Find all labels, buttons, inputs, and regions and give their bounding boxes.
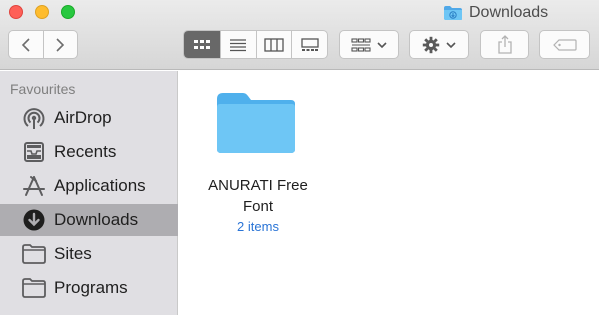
sidebar-item-sites[interactable]: Sites <box>0 238 178 270</box>
icon-view-button[interactable] <box>184 31 220 58</box>
sidebar-item-recents[interactable]: Recents <box>0 136 178 168</box>
airdrop-icon <box>23 108 45 129</box>
action-button[interactable] <box>409 30 469 59</box>
close-window-button[interactable] <box>9 5 23 19</box>
gallery-view-icon <box>300 37 319 51</box>
tag-button[interactable] <box>539 30 590 59</box>
sidebar-item-label: Sites <box>54 244 92 263</box>
sidebar-item-applications[interactable]: Applications <box>0 170 178 202</box>
sidebar-item-downloads[interactable]: Downloads <box>0 204 178 236</box>
chevron-left-icon <box>21 37 30 52</box>
share-icon <box>497 34 512 54</box>
zoom-window-button[interactable] <box>61 5 75 19</box>
sidebar-item-label: Programs <box>54 278 128 297</box>
minimize-window-button[interactable] <box>35 5 49 19</box>
sidebar-item-programs[interactable]: Programs <box>0 272 178 304</box>
sidebar-heading: Favourites <box>10 81 76 97</box>
chevron-down-icon <box>377 41 387 48</box>
applications-icon <box>23 176 45 196</box>
back-button[interactable] <box>9 31 43 58</box>
downloads-icon <box>23 209 45 231</box>
sidebar-item-label: Downloads <box>54 210 139 229</box>
folder-name: ANURATI Free Font <box>203 175 313 217</box>
sidebar-item-airdrop[interactable]: AirDrop <box>0 102 178 134</box>
group-by-button[interactable] <box>339 30 399 59</box>
gallery-view-button[interactable] <box>291 31 327 58</box>
folder-name-line: ANURATI Free <box>208 177 308 194</box>
chevron-down-icon <box>446 41 456 48</box>
back-forward-buttons <box>8 30 78 59</box>
folder-icon <box>22 278 46 298</box>
icon-view-icon <box>193 39 210 49</box>
tag-icon <box>552 38 577 51</box>
folder-icon <box>22 244 46 264</box>
sidebar-item-label: AirDrop <box>54 108 112 127</box>
window-title-text: Downloads <box>469 4 549 21</box>
sidebar: Favourites AirDrop Recents Applications … <box>0 71 178 315</box>
folder-icon <box>217 93 295 153</box>
column-view-icon <box>264 37 284 52</box>
forward-button[interactable] <box>42 31 77 58</box>
gear-icon <box>422 36 440 53</box>
column-view-button[interactable] <box>255 31 292 58</box>
group-by-icon <box>351 37 371 52</box>
folder-item[interactable]: ANURATI Free Font 2 items <box>203 87 313 237</box>
sidebar-item-label: Recents <box>54 142 117 161</box>
window-title: Downloads <box>443 3 548 23</box>
list-view-button[interactable] <box>219 31 256 58</box>
file-browser-content: ANURATI Free Font 2 items <box>179 71 599 315</box>
share-button[interactable] <box>480 30 529 59</box>
recents-icon <box>24 142 44 162</box>
list-view-icon <box>230 38 247 51</box>
toolbar: Downloads <box>0 0 599 70</box>
folder-item-count: 2 items <box>237 219 279 234</box>
sidebar-item-label: Applications <box>54 176 146 195</box>
chevron-right-icon <box>56 37 65 52</box>
folder-name-line: Font <box>242 198 273 215</box>
downloads-folder-icon <box>444 6 462 20</box>
view-mode-buttons <box>183 30 328 59</box>
